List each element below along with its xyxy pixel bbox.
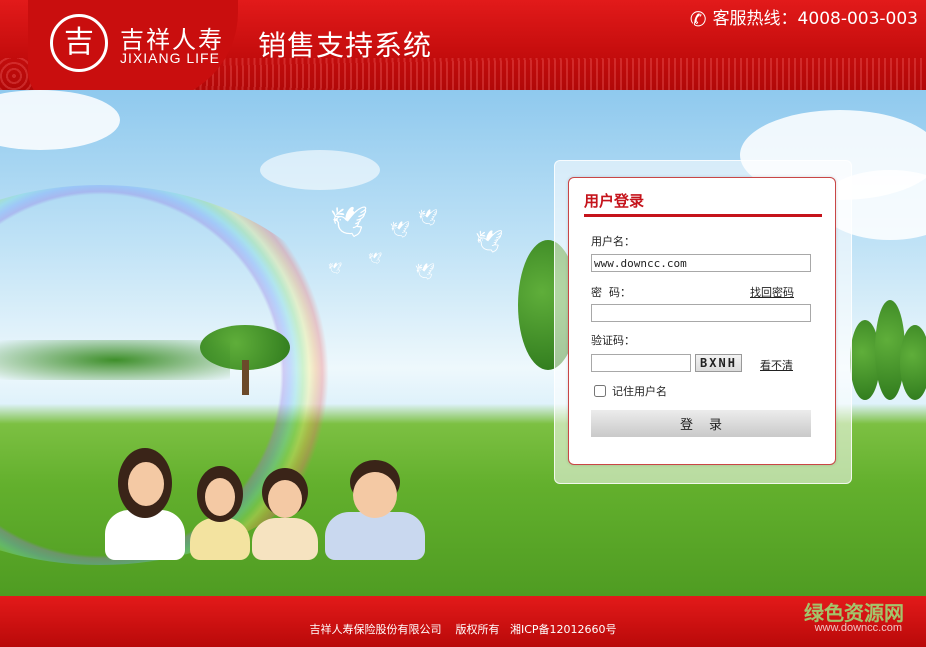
hotline-text: 客服热线：4008-003-003	[712, 9, 918, 29]
dove-icon: 🕊	[415, 262, 436, 281]
dove-icon: 🕊	[330, 205, 369, 240]
watermark-url: www.downcc.com	[814, 622, 902, 634]
remember-username-checkbox[interactable]	[594, 385, 606, 397]
dove-icon: 🕊	[368, 252, 382, 265]
bushes	[0, 340, 230, 380]
captcha-label: 验证码：	[591, 334, 635, 347]
username-label: 用户名：	[591, 235, 635, 248]
footer-copyright: 吉祥人寿保险股份有限公司 版权所有 湘ICP备12012660号	[309, 623, 617, 636]
dove-icon: 🕊	[418, 208, 439, 227]
dove-icon: 🕊	[475, 230, 503, 255]
login-title: 用户登录	[584, 192, 645, 210]
company-logo-icon: 吉	[50, 14, 108, 72]
captcha-input[interactable]	[591, 354, 691, 372]
family-illustration	[90, 410, 440, 560]
system-title: 销售支持系统	[258, 29, 433, 62]
login-button[interactable]: 登录	[591, 410, 811, 437]
password-input[interactable]	[591, 304, 811, 322]
refresh-captcha-link[interactable]: 看不清	[760, 357, 793, 373]
password-label: 密 码：	[591, 286, 631, 299]
username-input[interactable]	[591, 254, 811, 272]
captcha-image[interactable]: BXNH	[695, 354, 742, 372]
hotline: ✆ 客服热线：4008-003-003	[690, 4, 918, 31]
company-name-en: JIXIANG LIFE	[120, 50, 220, 66]
remember-username-label: 记住用户名	[612, 385, 667, 398]
phone-icon: ✆	[689, 7, 707, 31]
forgot-password-link[interactable]: 找回密码	[750, 284, 794, 300]
dove-icon: 🕊	[390, 220, 411, 239]
footer-bar: 吉祥人寿保险股份有限公司 版权所有 湘ICP备12012660号	[0, 596, 926, 647]
remember-username[interactable]: 记住用户名	[594, 383, 667, 399]
login-title-underline	[584, 214, 822, 217]
dove-icon: 🕊	[328, 262, 342, 275]
